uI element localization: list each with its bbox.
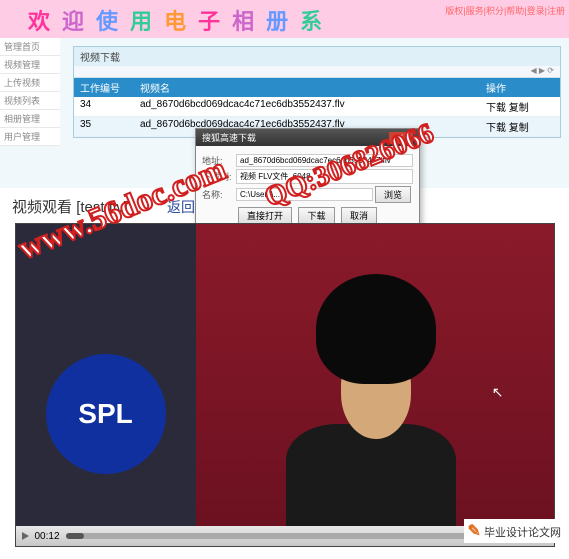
open-button[interactable]: 直接打开 xyxy=(238,207,292,224)
close-icon[interactable]: × xyxy=(389,132,413,144)
type-label: 下载到: xyxy=(202,170,236,183)
dialog-title: 搜狐高速下载 xyxy=(202,131,256,144)
sidebar-item[interactable]: 视频列表 xyxy=(0,92,60,110)
col-id: 工作编号 xyxy=(74,78,134,97)
table-header-row: 工作编号 视频名 操作 xyxy=(74,78,560,97)
main-panel: 管理首页 视频管理 上传视频 视频列表 相册管理 用户管理 视频下载 ◀ ▶ ⟳… xyxy=(0,38,569,188)
path-input[interactable]: C:\Users\... xyxy=(236,188,373,201)
video-frame: SPL ↖ xyxy=(16,224,554,546)
dialog-titlebar[interactable]: 搜狐高速下载 × xyxy=(196,129,419,146)
sidebar: 管理首页 视频管理 上传视频 视频列表 相册管理 用户管理 xyxy=(0,38,60,146)
cancel-button[interactable]: 取消 xyxy=(341,207,377,224)
sidebar-item[interactable]: 用户管理 xyxy=(0,128,60,146)
col-name: 视频名 xyxy=(134,78,480,97)
dialog-body: 地址: ad_8670d6bcd069dcac7ec6db3552437.flv… xyxy=(196,146,419,230)
video-section: 视频观看 [test.flv] 返回 SPL ↖ 00:12 🔊 ⛶ xyxy=(0,188,569,559)
sidebar-item[interactable]: 上传视频 xyxy=(0,74,60,92)
app-header: 欢迎使用电子相册系 版权|服务|积分|帮助|登录|注册 xyxy=(0,0,569,38)
addr-label: 地址: xyxy=(202,154,236,167)
sidebar-item[interactable]: 管理首页 xyxy=(0,38,60,56)
table-toolbar[interactable]: ◀ ▶ ⟳ xyxy=(74,66,560,78)
type-value: 视频 FLV文件, 6048 xyxy=(236,169,413,184)
play-icon[interactable] xyxy=(22,532,29,540)
table-row[interactable]: 34 ad_8670d6bcd069dcac4c71ec6db3552437.f… xyxy=(74,97,560,117)
site-logo[interactable]: ✎ 毕业设计论文网 xyxy=(464,519,565,543)
download-button[interactable]: 下载 xyxy=(298,207,334,224)
table-title: 视频下载 xyxy=(74,47,560,66)
progress-bar[interactable] xyxy=(66,533,515,539)
sidebar-item[interactable]: 相册管理 xyxy=(0,110,60,128)
video-player[interactable]: SPL ↖ 00:12 🔊 ⛶ xyxy=(15,223,555,547)
cursor-icon: ↖ xyxy=(492,384,504,401)
pencil-icon: ✎ xyxy=(468,523,481,540)
path-label: 名称: xyxy=(202,188,236,201)
spl-logo: SPL xyxy=(46,354,166,474)
sidebar-item[interactable]: 视频管理 xyxy=(0,56,60,74)
back-link[interactable]: 返回 xyxy=(167,199,195,215)
time-display: 00:12 xyxy=(35,531,60,542)
col-ops: 操作 xyxy=(480,78,560,97)
video-table: 视频下载 ◀ ▶ ⟳ 工作编号 视频名 操作 34 ad_8670d6bcd06… xyxy=(73,46,561,138)
video-subject xyxy=(246,274,456,534)
addr-value: ad_8670d6bcd069dcac7ec6db3552437.flv xyxy=(236,154,413,167)
header-links[interactable]: 版权|服务|积分|帮助|登录|注册 xyxy=(445,4,565,17)
browse-button[interactable]: 浏览 xyxy=(375,186,411,203)
